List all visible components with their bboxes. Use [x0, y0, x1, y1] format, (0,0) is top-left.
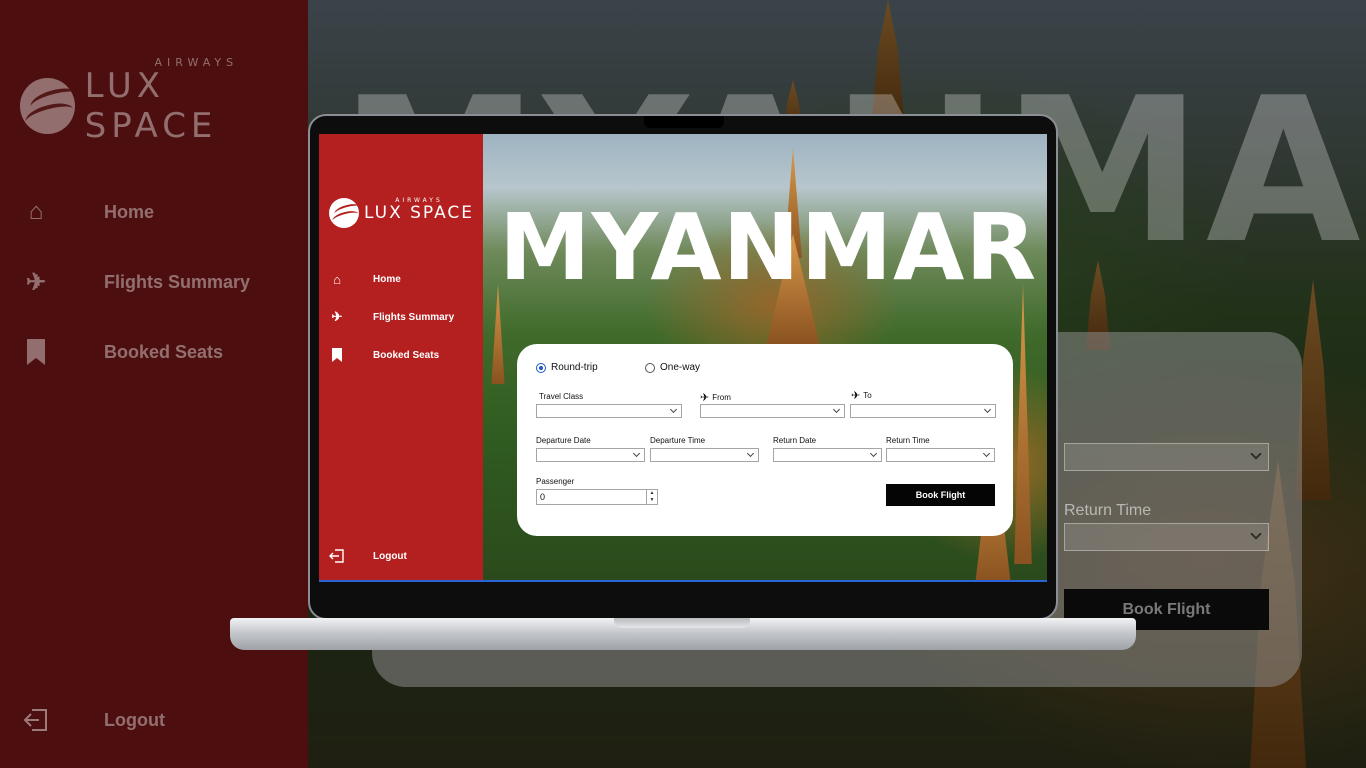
- taskbar-edge: [319, 580, 1047, 582]
- bookmark-icon: [22, 338, 50, 366]
- brand-mark-icon: [329, 198, 359, 228]
- sidebar: AIRWAYS LUX SPACE ⌂ Home ✈ Flights Summa…: [319, 134, 483, 582]
- camera-notch: [644, 116, 724, 128]
- brand-mark-icon: [20, 78, 75, 134]
- from-select[interactable]: [700, 404, 845, 418]
- departure-date-select[interactable]: [536, 448, 645, 462]
- nav-label: Home: [104, 201, 155, 222]
- airplane-icon: ✈: [331, 309, 343, 324]
- sidebar-item-label: Logout: [373, 550, 407, 562]
- to-select[interactable]: [850, 404, 996, 418]
- sidebar-item-label: Home: [373, 273, 401, 285]
- return-date-select[interactable]: [773, 448, 882, 462]
- logout-icon: [329, 548, 345, 564]
- return-date-label: Return Date: [773, 436, 817, 445]
- from-label: ✈ From: [700, 391, 731, 404]
- laptop-screen: AIRWAYS LUX SPACE ⌂ Home ✈ Flights Summa…: [319, 134, 1047, 582]
- bookmark-icon: [329, 347, 345, 363]
- from-label-text: From: [712, 393, 731, 402]
- sidebar-item-logout[interactable]: Logout: [329, 548, 407, 564]
- passenger-label: Passenger: [536, 477, 575, 486]
- background-return-date-select: [1064, 443, 1269, 471]
- departure-time-select[interactable]: [650, 448, 759, 462]
- radio-label: One-way: [660, 362, 701, 373]
- radio-unselected-icon: [645, 362, 655, 373]
- sidebar-item-home[interactable]: ⌂ Home: [329, 271, 401, 287]
- stepper-arrows-icon[interactable]: ▲ ▼: [646, 490, 657, 504]
- radio-label: Round-trip: [551, 362, 598, 373]
- laptop-base: [230, 618, 1136, 650]
- main-area: MYANMAR Round-trip One-way Travel Class …: [483, 134, 1047, 582]
- one-way-radio[interactable]: One-way: [645, 362, 700, 373]
- sidebar-item-booked-seats[interactable]: Booked Seats: [329, 347, 439, 363]
- nav-label: Logout: [104, 709, 165, 730]
- background-nav-home: ⌂ Home: [22, 198, 154, 226]
- sidebar-item-label: Booked Seats: [373, 349, 440, 361]
- background-sidebar: AIRWAYS LUX SPACE ⌂ Home ✈ Flights Summa…: [0, 0, 308, 768]
- passenger-value: 0: [540, 492, 546, 502]
- passenger-stepper[interactable]: 0 ▲ ▼: [536, 489, 658, 505]
- departure-time-label: Departure Time: [650, 436, 706, 445]
- travel-class-label: Travel Class: [539, 392, 584, 401]
- laptop-opening-groove: [614, 618, 750, 628]
- background-nav-logout: Logout: [22, 706, 165, 734]
- background-brand-logo: AIRWAYS LUX SPACE: [20, 56, 308, 146]
- background-nav-booked-seats: Booked Seats: [22, 338, 223, 366]
- booking-form: Round-trip One-way Travel Class ✈ From ✈…: [517, 344, 1013, 536]
- departure-date-label: Departure Date: [536, 436, 591, 445]
- background-return-time-label: Return Time: [1064, 502, 1152, 519]
- brand-name: LUX SPACE: [364, 203, 475, 223]
- brand-subtitle: AIRWAYS: [395, 197, 443, 204]
- hero-title: MYANMAR: [499, 194, 1038, 301]
- nav-label: Flights Summary: [104, 271, 251, 292]
- return-time-label: Return Time: [886, 436, 930, 445]
- sidebar-item-label: Flights Summary: [373, 311, 455, 323]
- airplane-icon: ✈: [851, 390, 861, 402]
- airplane-icon: ✈: [700, 392, 710, 404]
- background-nav-flights-summary: ✈ Flights Summary: [22, 268, 250, 296]
- home-icon: ⌂: [28, 198, 44, 225]
- laptop-frame: AIRWAYS LUX SPACE ⌂ Home ✈ Flights Summa…: [308, 114, 1058, 620]
- return-time-select[interactable]: [886, 448, 995, 462]
- brand-subtitle: AIRWAYS: [154, 56, 239, 69]
- home-icon: ⌂: [333, 271, 341, 287]
- to-label-text: To: [863, 391, 872, 400]
- background-return-time-select: [1064, 523, 1269, 551]
- logout-icon: [22, 706, 50, 734]
- book-flight-button[interactable]: Book Flight: [886, 484, 995, 506]
- brand-logo: AIRWAYS LUX SPACE: [329, 197, 475, 228]
- airplane-icon: ✈: [25, 268, 47, 296]
- sidebar-item-flights-summary[interactable]: ✈ Flights Summary: [329, 309, 455, 325]
- nav-label: Booked Seats: [104, 341, 224, 362]
- radio-selected-icon: [536, 362, 546, 373]
- brand-name: LUX SPACE: [84, 66, 218, 146]
- to-label: ✈ To: [851, 389, 872, 402]
- travel-class-select[interactable]: [536, 404, 682, 418]
- round-trip-radio[interactable]: Round-trip: [536, 362, 598, 373]
